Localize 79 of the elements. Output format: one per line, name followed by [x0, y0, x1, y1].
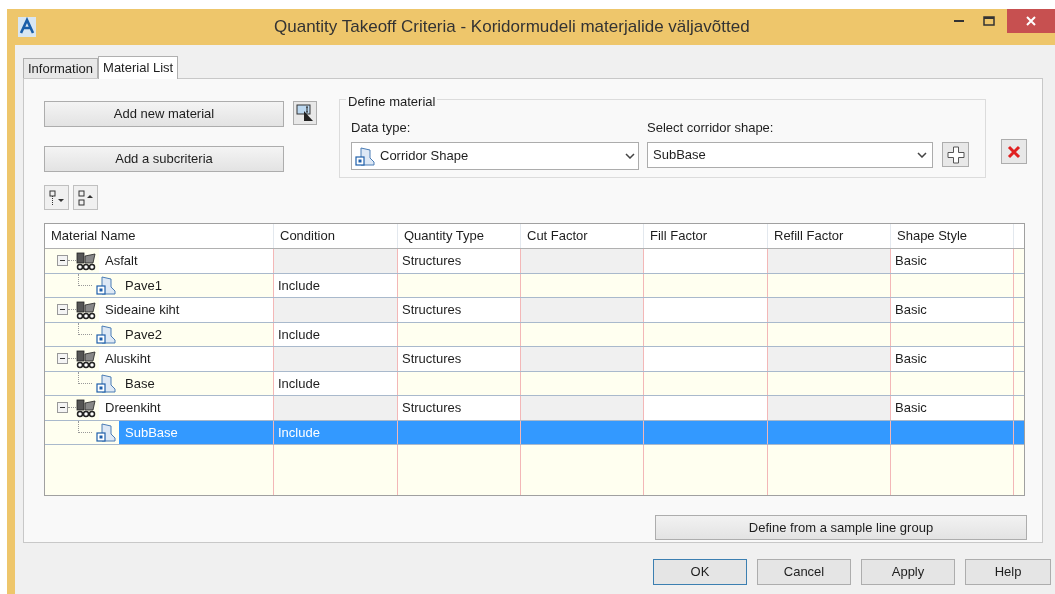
selection-highlight — [1014, 420, 1024, 444]
material-name[interactable]: Sideaine kiht — [99, 298, 273, 322]
close-icon — [1026, 16, 1036, 26]
shape-icon — [96, 324, 116, 345]
collapse-toggle[interactable] — [57, 255, 68, 267]
minimize-icon — [954, 20, 964, 22]
truck-icon — [76, 348, 96, 369]
tree-line — [78, 420, 92, 433]
chevron-down-icon — [625, 152, 635, 159]
pick-from-drawing-icon — [296, 104, 314, 122]
table-cell: Basic — [891, 347, 1014, 371]
data-type-dropdown[interactable]: Corridor Shape — [351, 141, 639, 170]
delete-button[interactable] — [1001, 139, 1027, 164]
chevron-down-icon — [917, 151, 927, 158]
table-cell: Include — [274, 420, 398, 444]
expand-all-button[interactable] — [44, 185, 69, 210]
subcriteria-name[interactable]: Base — [119, 371, 273, 395]
table-cell: Include — [274, 371, 398, 395]
pick-button[interactable] — [293, 101, 317, 125]
column-header[interactable]: Quantity Type — [398, 224, 521, 248]
column-header[interactable]: Refill Factor — [768, 224, 891, 248]
column-header[interactable]: Fill Factor — [644, 224, 768, 248]
shape-icon — [96, 373, 116, 394]
tree-line — [78, 322, 92, 335]
subcriteria-name[interactable]: Pave1 — [119, 273, 273, 297]
tree-line — [68, 407, 76, 409]
shape-icon — [96, 422, 116, 443]
column-header[interactable]: Cut Factor — [521, 224, 644, 248]
tree-line — [68, 358, 76, 360]
table-cell: Basic — [891, 249, 1014, 273]
table-cell: Structures — [398, 298, 521, 322]
material-name[interactable]: Asfalt — [99, 249, 273, 273]
sample-line-group-button[interactable]: Define from a sample line group — [655, 515, 1027, 540]
collapse-all-icon — [77, 189, 94, 206]
truck-icon — [76, 397, 96, 418]
plus-icon — [946, 145, 965, 164]
dialog-button[interactable]: OK — [653, 559, 747, 585]
table-cell: Basic — [891, 298, 1014, 322]
collapse-all-button[interactable] — [73, 185, 98, 210]
truck-icon — [76, 250, 96, 271]
collapse-toggle[interactable] — [57, 402, 68, 414]
tree-line — [78, 371, 92, 384]
shape-icon — [96, 275, 116, 296]
dialog-button[interactable]: Help — [965, 559, 1051, 585]
action-button[interactable]: Add new material — [44, 101, 284, 127]
dialog-button[interactable]: Apply — [861, 559, 955, 585]
delete-icon — [1007, 144, 1021, 159]
window-title: Quantity Takeoff Criteria - Koridormudeli materjalide väljavõtted — [274, 16, 750, 39]
dialog-button[interactable]: Cancel — [757, 559, 851, 585]
tab[interactable]: Material List — [98, 56, 179, 79]
tree-line — [68, 260, 76, 262]
column-header[interactable]: Condition — [274, 224, 398, 248]
field-label: Data type: — [351, 119, 412, 137]
collapse-toggle[interactable] — [57, 353, 68, 365]
tab[interactable]: Information — [23, 58, 99, 78]
tree-line — [78, 273, 92, 286]
table-cell: Structures — [398, 347, 521, 371]
table-cell: Structures — [398, 249, 521, 273]
column-header[interactable]: Material Name — [45, 224, 274, 248]
app-logo-icon — [18, 17, 36, 37]
column-header[interactable]: Shape Style — [891, 224, 1014, 248]
table-cell: Basic — [891, 396, 1014, 420]
shape-icon — [355, 145, 375, 166]
material-name[interactable]: Aluskiht — [99, 347, 273, 371]
truck-icon — [76, 299, 96, 320]
close-button[interactable] — [1007, 9, 1055, 33]
shape-dropdown[interactable]: SubBase — [647, 141, 933, 168]
collapse-toggle[interactable] — [57, 304, 68, 316]
expand-all-icon — [48, 189, 65, 206]
table-cell: Structures — [398, 396, 521, 420]
field-label: Select corridor shape: — [647, 119, 775, 137]
material-name[interactable]: Dreenkiht — [99, 396, 273, 420]
add-shape-button[interactable] — [942, 142, 969, 167]
action-button[interactable]: Add a subcriteria — [44, 146, 284, 172]
table-cell: Include — [274, 322, 398, 346]
maximize-icon — [983, 16, 995, 26]
table-cell: Include — [274, 273, 398, 297]
tree-line — [68, 309, 76, 311]
subcriteria-name[interactable]: Pave2 — [119, 322, 273, 346]
